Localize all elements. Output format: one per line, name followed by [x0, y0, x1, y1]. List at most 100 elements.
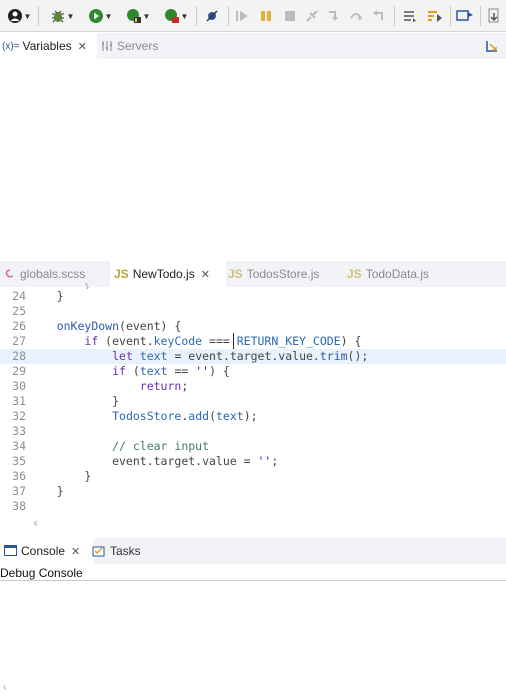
tab-console-label: Console: [21, 544, 66, 558]
tab-console[interactable]: Console ✕: [0, 538, 94, 564]
line-number: 38: [12, 499, 26, 513]
use-step-filters-button[interactable]: [424, 6, 446, 26]
step-over-button[interactable]: [346, 6, 366, 26]
code-line[interactable]: 36 }: [0, 469, 506, 484]
suspend-button[interactable]: [256, 6, 276, 26]
code-line[interactable]: 30 return;: [0, 379, 506, 394]
js-icon: JS: [114, 267, 129, 281]
tab-todosstore-js[interactable]: JS TodosStore.js: [226, 261, 346, 287]
run-button[interactable]: ▼: [84, 6, 116, 26]
tab-variables-label: Variables: [22, 39, 72, 53]
console-toolbar-icon: [488, 8, 499, 23]
line-number: 34: [12, 439, 26, 453]
code-line[interactable]: 27 if (event.keyCode === RETURN_KEY_CODE…: [0, 334, 506, 349]
line-number: 24: [12, 289, 26, 303]
sass-icon: [5, 269, 14, 278]
line-number: 25: [12, 304, 26, 318]
view-menu-button[interactable]: [483, 36, 501, 56]
skip-breakpoints-button[interactable]: [202, 6, 222, 26]
step-into-icon: [329, 11, 338, 21]
code-line[interactable]: 32 TodosStore.add(text);: [0, 409, 506, 424]
chevron-down-icon: ▼: [104, 11, 113, 21]
step-over-icon: [350, 13, 362, 20]
line-number: 33: [12, 424, 26, 438]
bottom-view-tabs: Console ✕ Tasks: [0, 538, 506, 564]
debug-button[interactable]: ▼: [46, 6, 78, 26]
code-line[interactable]: 26 onKeyDown(event) {: [0, 319, 506, 334]
line-number: 35: [12, 454, 26, 468]
tab-label: globals.scss: [20, 267, 86, 281]
tab-label: TodosStore.js: [246, 267, 320, 281]
open-console-button[interactable]: [484, 6, 504, 26]
code-line[interactable]: 28 let text = event.target.value.trim();: [0, 349, 506, 364]
run-profile-button[interactable]: ▼: [4, 6, 34, 26]
tab-newtodo-js[interactable]: JS NewTodo.js ✕: [110, 261, 226, 287]
code-text: // clear input: [29, 439, 210, 453]
drop-to-frame-icon: [404, 11, 416, 22]
line-number: 30: [12, 379, 26, 393]
tab-label: TodoData.js: [365, 267, 430, 281]
code-line[interactable]: 37 }: [0, 484, 506, 499]
suspend-icon: [261, 11, 271, 21]
code-text: if (event.keyCode === RETURN_KEY_CODE) {: [84, 334, 362, 348]
line-number: 29: [12, 364, 26, 378]
resume-button[interactable]: [232, 6, 252, 26]
code-line[interactable]: 29 if (text == '') {: [0, 364, 506, 379]
perspective-icon: [456, 10, 473, 21]
js-icon: JS: [228, 267, 243, 281]
console-icon: [4, 545, 17, 556]
code-line[interactable]: 38: [0, 499, 506, 514]
tab-tododata-js[interactable]: JS TodoData.js: [345, 261, 457, 287]
code-line[interactable]: 34 // clear input: [0, 439, 506, 454]
chevron-down-icon: ▼: [23, 11, 32, 21]
code-line[interactable]: 24 }: [0, 289, 506, 304]
close-icon[interactable]: ✕: [71, 545, 80, 558]
step-return-button[interactable]: [368, 6, 388, 26]
scroll-left-icon[interactable]: ‹: [3, 682, 6, 693]
code-text: }: [29, 469, 92, 483]
tab-tasks[interactable]: Tasks: [92, 538, 162, 564]
variables-view: [0, 59, 506, 257]
code-line[interactable]: 35 event.target.value = '';: [0, 454, 506, 469]
tab-servers[interactable]: Servers: [101, 33, 181, 59]
debug-console-label: Debug Console: [0, 566, 83, 580]
line-number: 37: [12, 484, 26, 498]
console-output[interactable]: [0, 581, 506, 700]
terminate-button[interactable]: [280, 6, 300, 26]
disconnect-button[interactable]: [302, 6, 322, 26]
code-line[interactable]: 31 }: [0, 394, 506, 409]
coverage-button[interactable]: ▼: [122, 6, 154, 26]
code-text: TodosStore.add(text);: [112, 409, 258, 423]
step-into-button[interactable]: [324, 6, 344, 26]
code-text: }: [29, 484, 64, 498]
view-menu-icon: [486, 41, 497, 52]
run-icon: [88, 9, 103, 23]
top-view-tabs: (x)= Variables ✕ Servers: [0, 33, 506, 59]
close-icon[interactable]: ✕: [78, 40, 87, 53]
coverage-icon: [126, 9, 141, 23]
code-line[interactable]: 25: [0, 304, 506, 319]
open-perspective-button[interactable]: [454, 6, 476, 26]
disconnect-icon: [306, 10, 318, 22]
code-text: let text = event.target.value.trim();: [112, 349, 369, 363]
bug-icon: [51, 10, 64, 23]
line-number: 36: [12, 469, 26, 483]
skip-breakpoints-icon: [206, 10, 218, 22]
code-text: }: [29, 289, 64, 303]
drop-to-frame-button[interactable]: [400, 6, 420, 26]
external-tools-button[interactable]: ▼: [160, 6, 192, 26]
code-editor[interactable]: } 24 } 25 26 onKeyDown(event) {27 if (even…: [0, 283, 506, 530]
close-icon[interactable]: ✕: [201, 268, 210, 281]
line-number: 26: [12, 319, 26, 333]
tab-servers-label: Servers: [117, 39, 159, 53]
line-number: 32: [12, 409, 26, 423]
profile-icon: [7, 9, 22, 23]
code-text: event.target.value = '';: [29, 454, 279, 468]
main-toolbar: ▼ ▼ ▼ ▼ ▼: [0, 0, 506, 32]
code-line[interactable]: 33: [0, 424, 506, 439]
scroll-left-icon[interactable]: ‹: [32, 516, 39, 530]
tab-variables[interactable]: (x)= Variables ✕: [0, 33, 97, 59]
line-number: 31: [12, 394, 26, 408]
line-number: 27: [12, 334, 26, 348]
tab-label: NewTodo.js: [132, 267, 195, 281]
